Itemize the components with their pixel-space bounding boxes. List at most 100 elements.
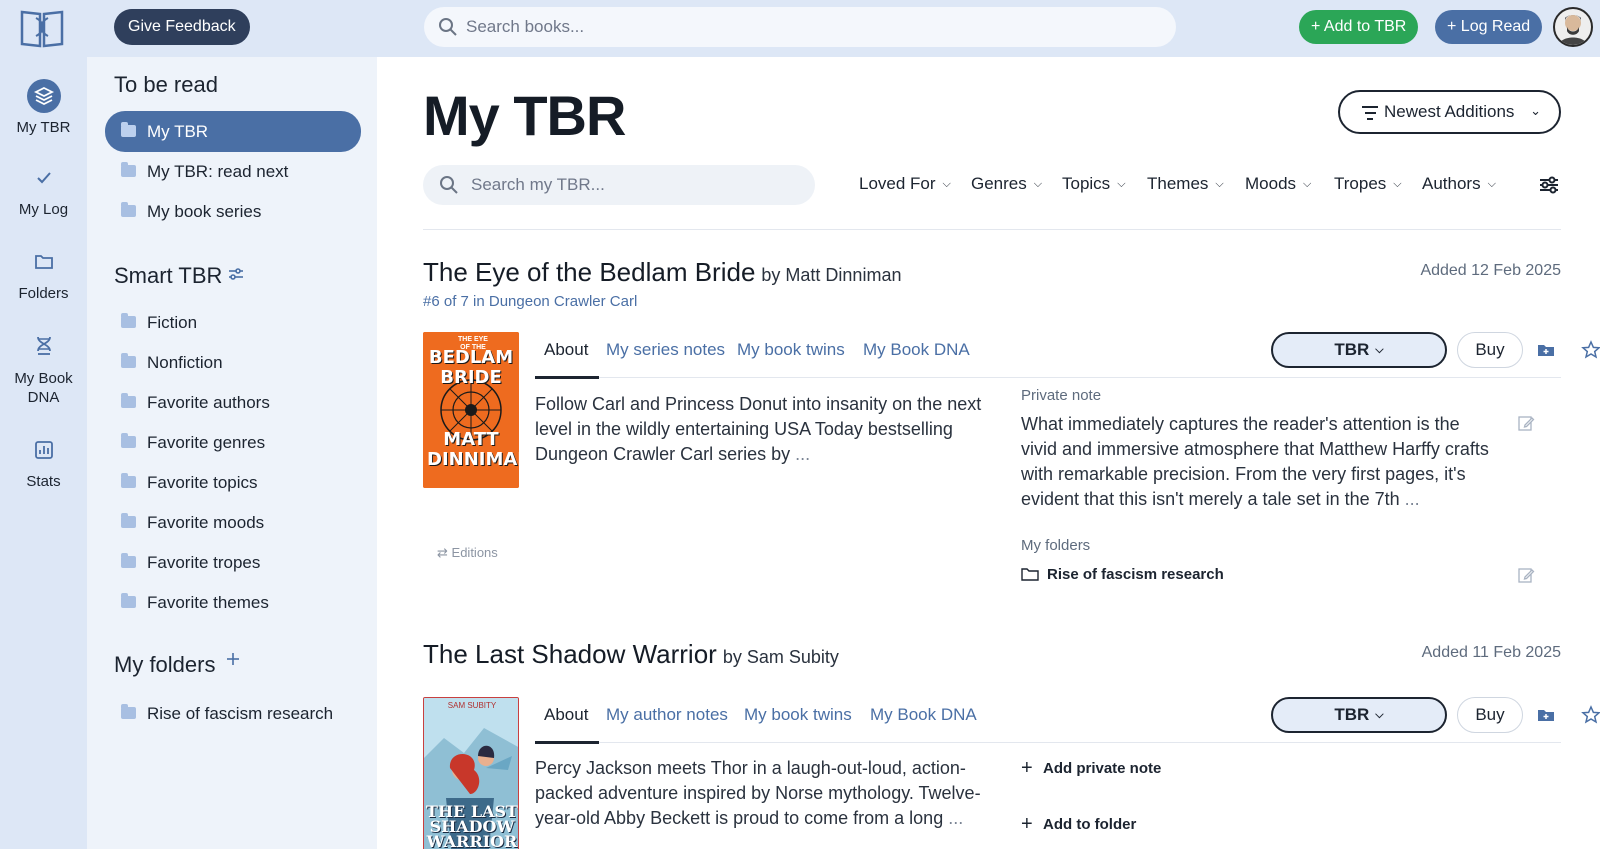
folder-icon [121,704,136,719]
plus-icon[interactable] [225,650,241,673]
sidebar-item-label: My book series [147,202,262,221]
tab-book-dna[interactable]: My Book DNA [863,340,970,360]
cover-title-text: THE LAST SHADOW WARRIOR [426,802,518,849]
sidebar-item-favorite-moods[interactable]: Favorite moods [105,502,361,543]
add-to-tbr-button[interactable]: + Add to TBR [1299,10,1419,44]
sidebar-item-read-next[interactable]: My TBR: read next [105,151,361,192]
filter-loved-for[interactable]: Loved For ⌵ [859,174,951,194]
cover-title-text: BEDLAM BRIDE [428,347,514,388]
sidebar-item-favorite-tropes[interactable]: Favorite tropes [105,542,361,583]
my-folders-label: My folders [1021,537,1091,554]
tab-book-twins[interactable]: My book twins [737,340,845,360]
sidebar-item-favorite-authors[interactable]: Favorite authors [105,382,361,423]
folder-icon [27,245,61,279]
edit-folders-icon[interactable] [1517,566,1535,584]
chevron-down-icon: ⌵ [1215,178,1224,190]
add-to-folder-icon[interactable] [1536,340,1556,360]
read-more-link[interactable]: ... [795,444,810,464]
read-more-link[interactable]: ... [1405,489,1420,509]
give-feedback-button[interactable]: Give Feedback [114,9,250,45]
buy-button[interactable]: Buy [1457,332,1523,368]
description-text: Percy Jackson meets Thor in a laugh-out-… [535,758,981,828]
sidebar-item-my-tbr[interactable]: My TBR [105,111,361,152]
tab-about[interactable]: About [544,340,588,360]
filter-settings-icon[interactable] [1538,175,1560,195]
filter-tropes[interactable]: Tropes ⌵ [1334,174,1402,194]
avatar[interactable] [1553,7,1593,47]
add-to-folder-icon[interactable] [1536,705,1556,725]
filter-authors[interactable]: Authors ⌵ [1422,174,1496,194]
tab-book-dna[interactable]: My Book DNA [870,705,977,725]
sidebar-item-favorite-themes[interactable]: Favorite themes [105,582,361,623]
sidebar-item-favorite-topics[interactable]: Favorite topics [105,462,361,503]
nav-my-tbr[interactable]: My TBR [0,79,87,136]
book-author[interactable]: by Matt Dinniman [761,265,901,285]
book-title[interactable]: The Eye of the Bedlam Bride [423,257,755,287]
star-icon[interactable] [1581,705,1600,725]
sidebar-item-fiction[interactable]: Fiction [105,302,361,343]
sort-dropdown[interactable]: Newest Additions ⌄ [1338,90,1561,134]
sidebar-item-label: Favorite themes [147,593,269,612]
tab-author-notes[interactable]: My author notes [606,705,728,725]
edit-note-icon[interactable] [1517,414,1535,432]
tbr-status-dropdown[interactable]: TBR ⌵ [1271,332,1447,368]
add-private-note-link[interactable]: + Add private note [1021,757,1161,779]
global-search-bar[interactable] [424,7,1176,47]
tab-book-twins[interactable]: My book twins [744,705,852,725]
tab-about[interactable]: About [544,705,588,725]
nav-folders[interactable]: Folders [0,245,87,302]
filter-moods[interactable]: Moods ⌵ [1245,174,1311,194]
book-series-link[interactable]: #6 of 7 in Dungeon Crawler Carl [423,293,637,310]
filter-topics[interactable]: Topics ⌵ [1062,174,1126,194]
book-description: Follow Carl and Princess Donut into insa… [535,392,985,467]
folder-icon [121,162,136,177]
book-author[interactable]: by Sam Subity [723,647,839,667]
tab-series-notes[interactable]: My series notes [606,340,725,360]
book-cover[interactable]: THE EYE OF THE BEDLAM BRIDE MATT DINNIMA… [423,332,519,488]
book-tabs: About My series notes My book twins My B… [535,332,1600,379]
read-more-link[interactable]: ... [948,808,963,828]
filter-genres[interactable]: Genres ⌵ [971,174,1042,194]
plus-icon: + [1021,813,1033,835]
status-label: TBR [1334,705,1370,724]
folder-chip[interactable]: Rise of fascism research [1021,566,1224,583]
nav-stats[interactable]: Stats [0,433,87,490]
sidebar-item-nonfiction[interactable]: Nonfiction [105,342,361,383]
star-icon[interactable] [1581,340,1600,360]
folder-icon [121,553,136,568]
filter-label: Authors [1422,174,1481,193]
folder-icon [121,513,136,528]
main-content: My TBR Newest Additions ⌄ Loved For ⌵ Gen… [377,57,1600,849]
sort-label: Newest Additions [1384,102,1515,121]
search-icon [439,175,459,200]
dna-icon [27,329,61,363]
cover-author-text: SAM SUBITY [447,701,497,710]
add-to-folder-link[interactable]: + Add to folder [1021,813,1136,835]
book-dna-logo-icon[interactable] [18,6,66,48]
my-folders-heading: My folders [114,652,216,677]
filter-label: Loved For [859,174,936,193]
search-icon [438,17,458,42]
tbr-search-input[interactable] [471,165,801,205]
filter-label: Tropes [1334,174,1387,193]
folder-icon [121,353,136,368]
sidebar-item-favorite-genres[interactable]: Favorite genres [105,422,361,463]
sidebar-item-fascism-research[interactable]: Rise of fascism research [105,693,361,734]
tbr-status-dropdown[interactable]: TBR ⌵ [1271,697,1447,733]
nav-my-log[interactable]: My Log [0,161,87,218]
buy-button[interactable]: Buy [1457,697,1523,733]
filter-label: Themes [1147,174,1209,193]
book-cover[interactable]: SAM SUBITY THE LAST SHADOW WARRIOR [423,697,519,849]
filter-themes[interactable]: Themes ⌵ [1147,174,1224,194]
nav-my-book-dna[interactable]: My Book DNA [0,329,87,407]
sliders-icon[interactable] [227,265,245,289]
filter-label: Topics [1062,174,1111,193]
book-title[interactable]: The Last Shadow Warrior [423,639,717,669]
global-search-input[interactable] [466,7,1156,47]
divider [423,229,1561,230]
tbr-search-bar[interactable] [423,165,815,205]
editions-link[interactable]: ⇄ Editions [437,545,498,561]
editions-label: Editions [451,545,498,560]
log-read-button[interactable]: + Log Read [1435,10,1543,44]
sidebar-item-book-series[interactable]: My book series [105,191,361,232]
